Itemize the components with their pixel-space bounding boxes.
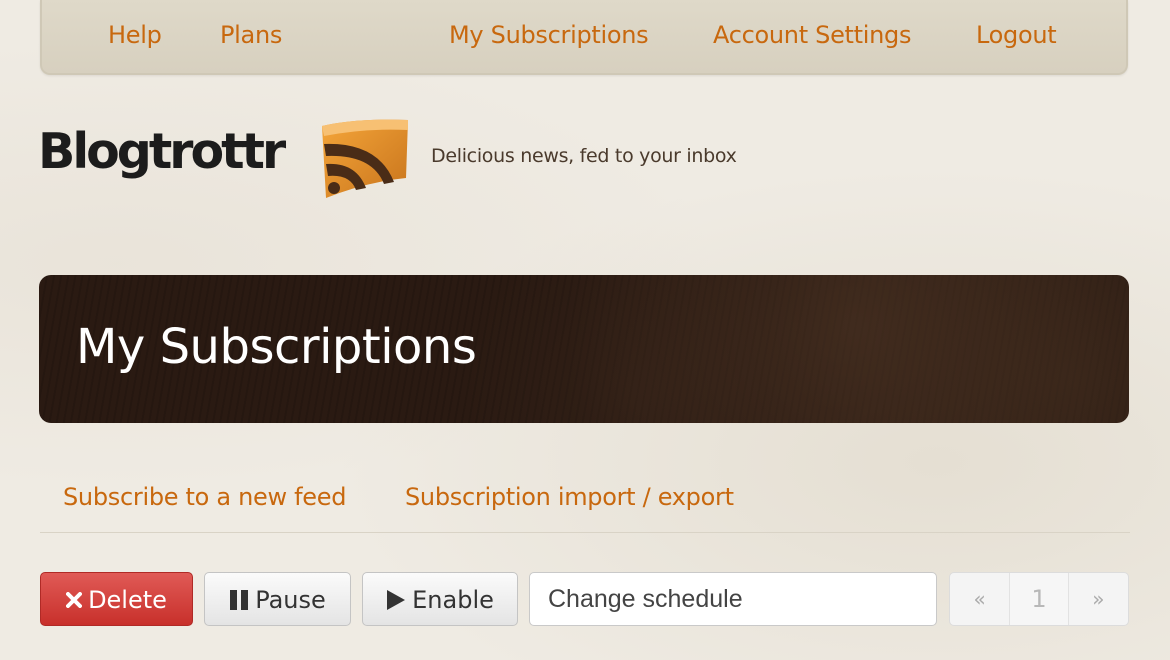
page-header-banner: My Subscriptions [39,275,1129,423]
nav-account-settings-link[interactable]: Account Settings [713,20,911,50]
subscription-import-export-link[interactable]: Subscription import / export [405,482,734,512]
pause-button-label: Pause [255,586,326,614]
rss-feed-icon[interactable] [316,112,412,200]
nav-plans-link[interactable]: Plans [220,20,282,50]
pagination-next[interactable]: » [1069,573,1128,625]
change-schedule-select[interactable]: Change schedule [529,572,937,626]
subscribe-new-feed-link[interactable]: Subscribe to a new feed [63,482,346,512]
page-title: My Subscriptions [76,319,477,375]
enable-button[interactable]: Enable [362,572,518,626]
pagination-current-page[interactable]: 1 [1009,573,1069,625]
pagination-prev[interactable]: « [950,573,1009,625]
nav-help-link[interactable]: Help [108,20,162,50]
pause-button[interactable]: Pause [204,572,351,626]
delete-button-label: Delete [88,586,167,614]
delete-button[interactable]: Delete [40,572,193,626]
pagination: « 1 » [949,572,1129,626]
nav-my-subscriptions-link[interactable]: My Subscriptions [449,20,649,50]
play-icon [387,590,406,610]
top-navigation: Help Plans My Subscriptions Account Sett… [40,0,1128,75]
logo-wordmark[interactable]: Blogtrottr [38,122,286,182]
tagline: Delicious news, fed to your inbox [431,145,737,167]
close-icon [66,592,83,608]
enable-button-label: Enable [412,586,494,614]
divider [40,532,1130,533]
nav-logout-link[interactable]: Logout [976,20,1057,50]
pause-icon [230,590,249,610]
